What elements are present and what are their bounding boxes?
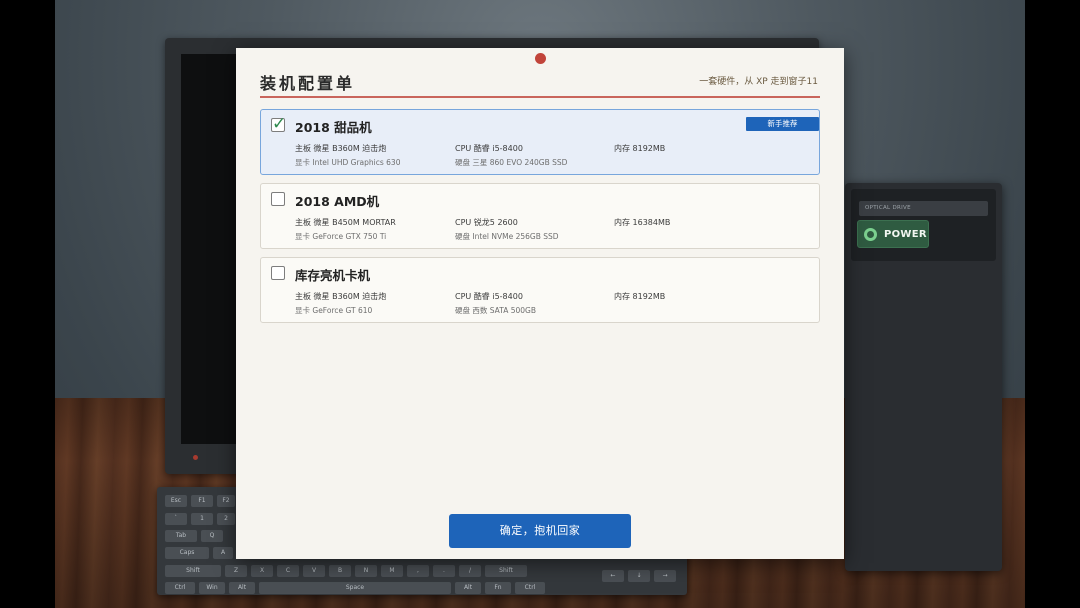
key-f2[interactable]: F2 (217, 495, 235, 507)
spec-disk: 硬盘 Intel NVMe 256GB SSD (455, 232, 559, 241)
config-name: 库存亮机卡机 (295, 268, 371, 283)
key-alt-left[interactable]: Alt (229, 582, 255, 594)
power-button[interactable]: POWER (857, 220, 929, 248)
spec-cpu: CPU 酷睿 i5-8400 (455, 144, 523, 153)
spec-cpu: CPU 锐龙5 2600 (455, 218, 518, 227)
config-card-sweet-spot[interactable]: ✓ 2018 甜品机 新手推荐 主板 微星 B360M 迫击炮 显卡 Intel… (260, 109, 820, 175)
optical-drive-button[interactable]: OPTICAL DRIVE (859, 201, 988, 216)
config-card-stock[interactable]: 库存亮机卡机 主板 微星 B360M 迫击炮 显卡 GeForce GT 610… (260, 257, 820, 323)
title-divider (260, 96, 820, 98)
dialog-title: 装机配置单 (260, 74, 356, 93)
key-shift-left[interactable]: Shift (165, 565, 221, 577)
recommend-badge: 新手推荐 (746, 117, 819, 131)
monitor-led-icon (193, 455, 198, 460)
spec-memory: 内存 8192MB (614, 144, 666, 153)
spec-motherboard: 主板 微星 B450M MORTAR (295, 218, 396, 227)
key-z[interactable]: Z (225, 565, 247, 577)
key-arrow-left[interactable]: ← (602, 570, 624, 582)
checkbox[interactable] (271, 192, 285, 206)
key-esc[interactable]: Esc (165, 495, 187, 507)
power-icon (864, 227, 877, 241)
key-shift-right[interactable]: Shift (485, 565, 527, 577)
key-fn[interactable]: Fn (485, 582, 511, 594)
key-v[interactable]: V (303, 565, 325, 577)
config-name: 2018 甜品机 (295, 120, 372, 135)
key-win[interactable]: Win (199, 582, 225, 594)
key-f1[interactable]: F1 (191, 495, 213, 507)
checkbox[interactable] (271, 266, 285, 280)
key-ctrl-left[interactable]: Ctrl (165, 582, 195, 594)
key-c[interactable]: C (277, 565, 299, 577)
checkmark-icon: ✓ (272, 114, 287, 134)
key-ctrl-right[interactable]: Ctrl (515, 582, 545, 594)
spec-gpu: 显卡 GeForce GTX 750 Ti (295, 232, 387, 241)
pin-icon (535, 53, 546, 64)
key-2[interactable]: 2 (217, 513, 235, 525)
key-n[interactable]: N (355, 565, 377, 577)
key-caps[interactable]: Caps (165, 547, 209, 559)
key-arrow-down[interactable]: ↓ (628, 570, 650, 582)
spec-gpu: 显卡 Intel UHD Graphics 630 (295, 158, 401, 167)
key-a[interactable]: A (213, 547, 233, 559)
spec-disk: 硬盘 西数 SATA 500GB (455, 306, 537, 315)
key-1[interactable]: 1 (191, 513, 213, 525)
key-tab[interactable]: Tab (165, 530, 197, 542)
spec-memory: 内存 8192MB (614, 292, 666, 301)
tower-front-panel: OPTICAL DRIVE POWER (851, 189, 996, 261)
spec-motherboard: 主板 微星 B360M 迫击炮 (295, 144, 387, 153)
power-label: POWER (884, 228, 927, 240)
key-slash[interactable]: / (459, 565, 481, 577)
spec-memory: 内存 16384MB (614, 218, 671, 227)
pc-tower: OPTICAL DRIVE POWER (845, 183, 1002, 571)
spec-disk: 硬盘 三星 860 EVO 240GB SSD (455, 158, 568, 167)
spec-cpu: CPU 酷睿 i5-8400 (455, 292, 523, 301)
config-card-amd[interactable]: 2018 AMD机 主板 微星 B450M MORTAR 显卡 GeForce … (260, 183, 820, 249)
key-m[interactable]: M (381, 565, 403, 577)
confirm-button[interactable]: 确定，抱机回家 (449, 514, 631, 548)
build-config-dialog: 装机配置单 一套硬件，从 XP 走到窗子11 ✓ 2018 甜品机 新手推荐 主… (236, 48, 844, 559)
spec-gpu: 显卡 GeForce GT 610 (295, 306, 373, 315)
key-arrow-right[interactable]: → (654, 570, 676, 582)
key-alt-right[interactable]: Alt (455, 582, 481, 594)
dialog-subtitle: 一套硬件，从 XP 走到窗子11 (699, 77, 818, 87)
key-q[interactable]: Q (201, 530, 223, 542)
key-x[interactable]: X (251, 565, 273, 577)
spec-motherboard: 主板 微星 B360M 迫击炮 (295, 292, 387, 301)
key-backtick[interactable]: ` (165, 513, 187, 525)
key-space[interactable]: Space (259, 582, 451, 594)
key-comma[interactable]: , (407, 565, 429, 577)
key-period[interactable]: . (433, 565, 455, 577)
key-b[interactable]: B (329, 565, 351, 577)
config-name: 2018 AMD机 (295, 194, 380, 209)
checkbox[interactable]: ✓ (271, 114, 286, 134)
